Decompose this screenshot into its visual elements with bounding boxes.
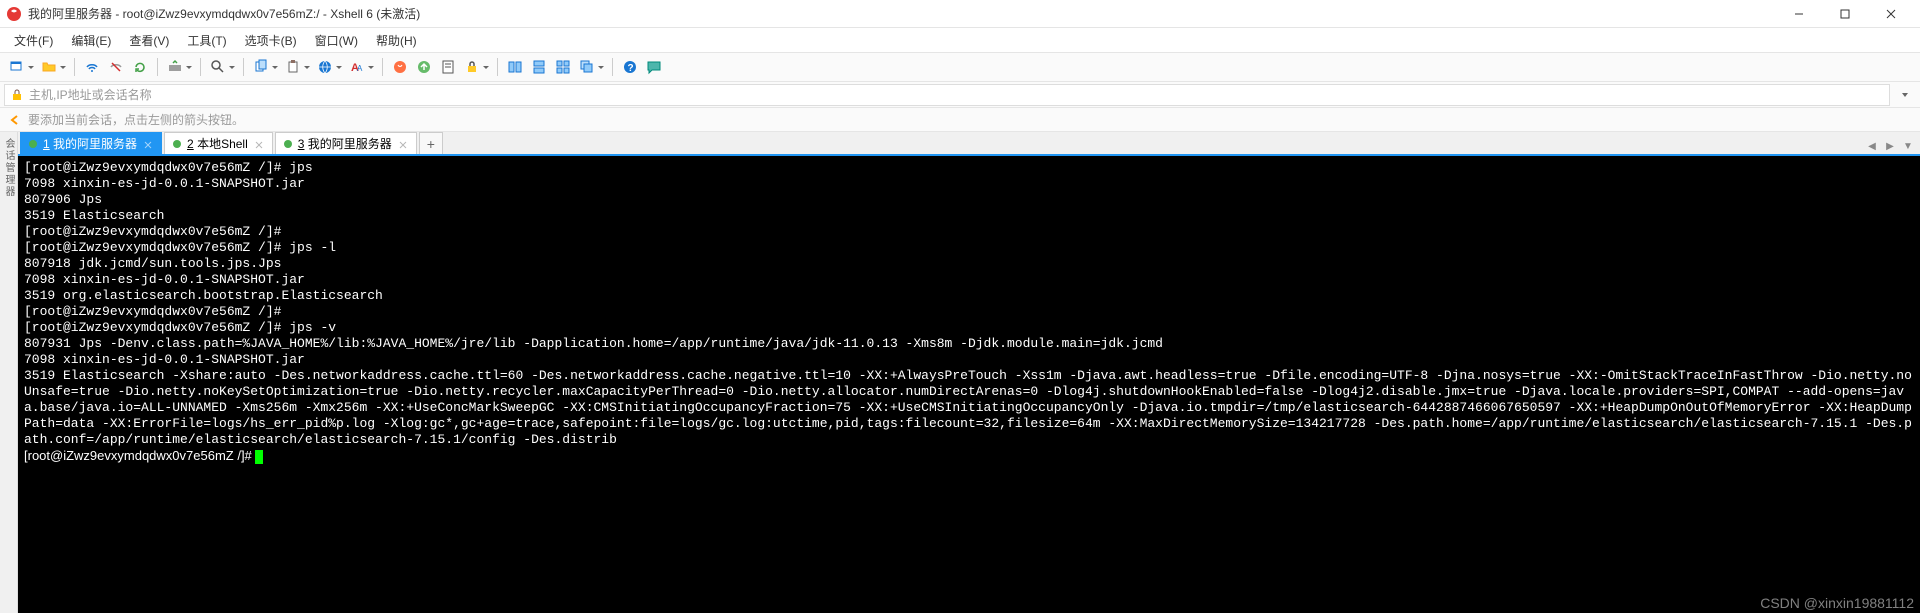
help-button[interactable]: ? xyxy=(619,56,641,78)
tab-close-icon[interactable] xyxy=(254,139,264,149)
content-area: 会话管理器 1 我的阿里服务器 2 本地Shell 3 我的阿里服务器 xyxy=(0,132,1920,613)
status-dot-icon xyxy=(284,140,292,148)
toolbar-separator xyxy=(612,58,613,76)
session-tab-2[interactable]: 2 本地Shell xyxy=(164,132,273,154)
menu-window[interactable]: 窗口(W) xyxy=(307,30,366,51)
tab-nav: ◀ ▶ ▼ xyxy=(1864,138,1920,154)
minimize-button[interactable] xyxy=(1776,0,1822,28)
font-button[interactable]: AA xyxy=(346,56,368,78)
tab-close-icon[interactable] xyxy=(398,139,408,149)
open-button[interactable] xyxy=(38,56,60,78)
paste-button[interactable] xyxy=(282,56,304,78)
tab-number: 1 xyxy=(43,137,50,151)
cascade-button[interactable] xyxy=(576,56,598,78)
window-title: 我的阿里服务器 - root@iZwz9evxymdqdwx0v7e56mZ:/… xyxy=(28,5,1776,22)
svg-text:?: ? xyxy=(628,63,634,74)
toolbar-separator xyxy=(200,58,201,76)
menu-edit[interactable]: 编辑(E) xyxy=(63,30,119,51)
xftp-button[interactable] xyxy=(413,56,435,78)
side-tool-panel[interactable]: 会话管理器 xyxy=(0,132,18,613)
svg-text:A: A xyxy=(357,64,363,73)
tab-nav-menu[interactable]: ▼ xyxy=(1900,138,1916,154)
menu-tab[interactable]: 选项卡(B) xyxy=(237,30,305,51)
tab-number: 2 xyxy=(187,137,194,151)
tab-number: 3 xyxy=(298,137,305,151)
tab-nav-next[interactable]: ▶ xyxy=(1882,138,1898,154)
tip-bar: 要添加当前会话，点击左侧的箭头按钮。 xyxy=(0,108,1920,132)
lock-icon xyxy=(11,89,23,101)
tip-arrow-icon[interactable] xyxy=(8,113,22,127)
transfer-button[interactable] xyxy=(164,56,186,78)
new-session-button[interactable] xyxy=(6,56,28,78)
app-icon xyxy=(6,6,22,22)
terminal-output[interactable]: [root@iZwz9evxymdqdwx0v7e56mZ /]# jps 70… xyxy=(18,156,1920,613)
reconnect-button[interactable] xyxy=(129,56,151,78)
add-tab-button[interactable]: + xyxy=(419,132,443,154)
address-bar: 主机,IP地址或会话名称 xyxy=(0,82,1920,108)
tab-label: 我的阿里服务器 xyxy=(308,137,392,151)
toolbar-separator xyxy=(157,58,158,76)
app-window: 我的阿里服务器 - root@iZwz9evxymdqdwx0v7e56mZ:/… xyxy=(0,0,1920,613)
session-tab-1[interactable]: 1 我的阿里服务器 xyxy=(20,132,162,154)
copy-button[interactable] xyxy=(250,56,272,78)
session-tab-3[interactable]: 3 我的阿里服务器 xyxy=(275,132,417,154)
toolbar: AA ? xyxy=(0,52,1920,82)
tab-strip: 1 我的阿里服务器 2 本地Shell 3 我的阿里服务器 + ◀ xyxy=(18,132,1920,156)
search-button[interactable] xyxy=(207,56,229,78)
address-input[interactable]: 主机,IP地址或会话名称 xyxy=(4,84,1890,106)
tab-label: 本地Shell xyxy=(197,137,248,151)
chat-button[interactable] xyxy=(643,56,665,78)
main-area: 1 我的阿里服务器 2 本地Shell 3 我的阿里服务器 + ◀ xyxy=(18,132,1920,613)
status-dot-icon xyxy=(29,140,37,148)
maximize-button[interactable] xyxy=(1822,0,1868,28)
menu-file[interactable]: 文件(F) xyxy=(6,30,61,51)
tab-close-icon[interactable] xyxy=(143,139,153,149)
tile-grid-button[interactable] xyxy=(552,56,574,78)
disconnect-button[interactable] xyxy=(105,56,127,78)
toolbar-separator xyxy=(74,58,75,76)
tile-h-button[interactable] xyxy=(504,56,526,78)
title-bar: 我的阿里服务器 - root@iZwz9evxymdqdwx0v7e56mZ:/… xyxy=(0,0,1920,28)
xagent-button[interactable] xyxy=(389,56,411,78)
status-dot-icon xyxy=(173,140,181,148)
tip-text: 要添加当前会话，点击左侧的箭头按钮。 xyxy=(28,111,244,128)
toolbar-separator xyxy=(243,58,244,76)
menu-help[interactable]: 帮助(H) xyxy=(368,30,425,51)
tab-nav-prev[interactable]: ◀ xyxy=(1864,138,1880,154)
toolbar-separator xyxy=(382,58,383,76)
menu-bar: 文件(F) 编辑(E) 查看(V) 工具(T) 选项卡(B) 窗口(W) 帮助(… xyxy=(0,28,1920,52)
connect-button[interactable] xyxy=(81,56,103,78)
script-button[interactable] xyxy=(437,56,459,78)
lock-button[interactable] xyxy=(461,56,483,78)
tile-v-button[interactable] xyxy=(528,56,550,78)
globe-button[interactable] xyxy=(314,56,336,78)
toolbar-separator xyxy=(497,58,498,76)
menu-tools[interactable]: 工具(T) xyxy=(179,30,234,51)
address-placeholder: 主机,IP地址或会话名称 xyxy=(29,86,152,103)
address-dropdown[interactable] xyxy=(1894,84,1916,106)
close-button[interactable] xyxy=(1868,0,1914,28)
menu-view[interactable]: 查看(V) xyxy=(121,30,177,51)
tab-label: 我的阿里服务器 xyxy=(53,137,137,151)
window-buttons xyxy=(1776,0,1914,28)
